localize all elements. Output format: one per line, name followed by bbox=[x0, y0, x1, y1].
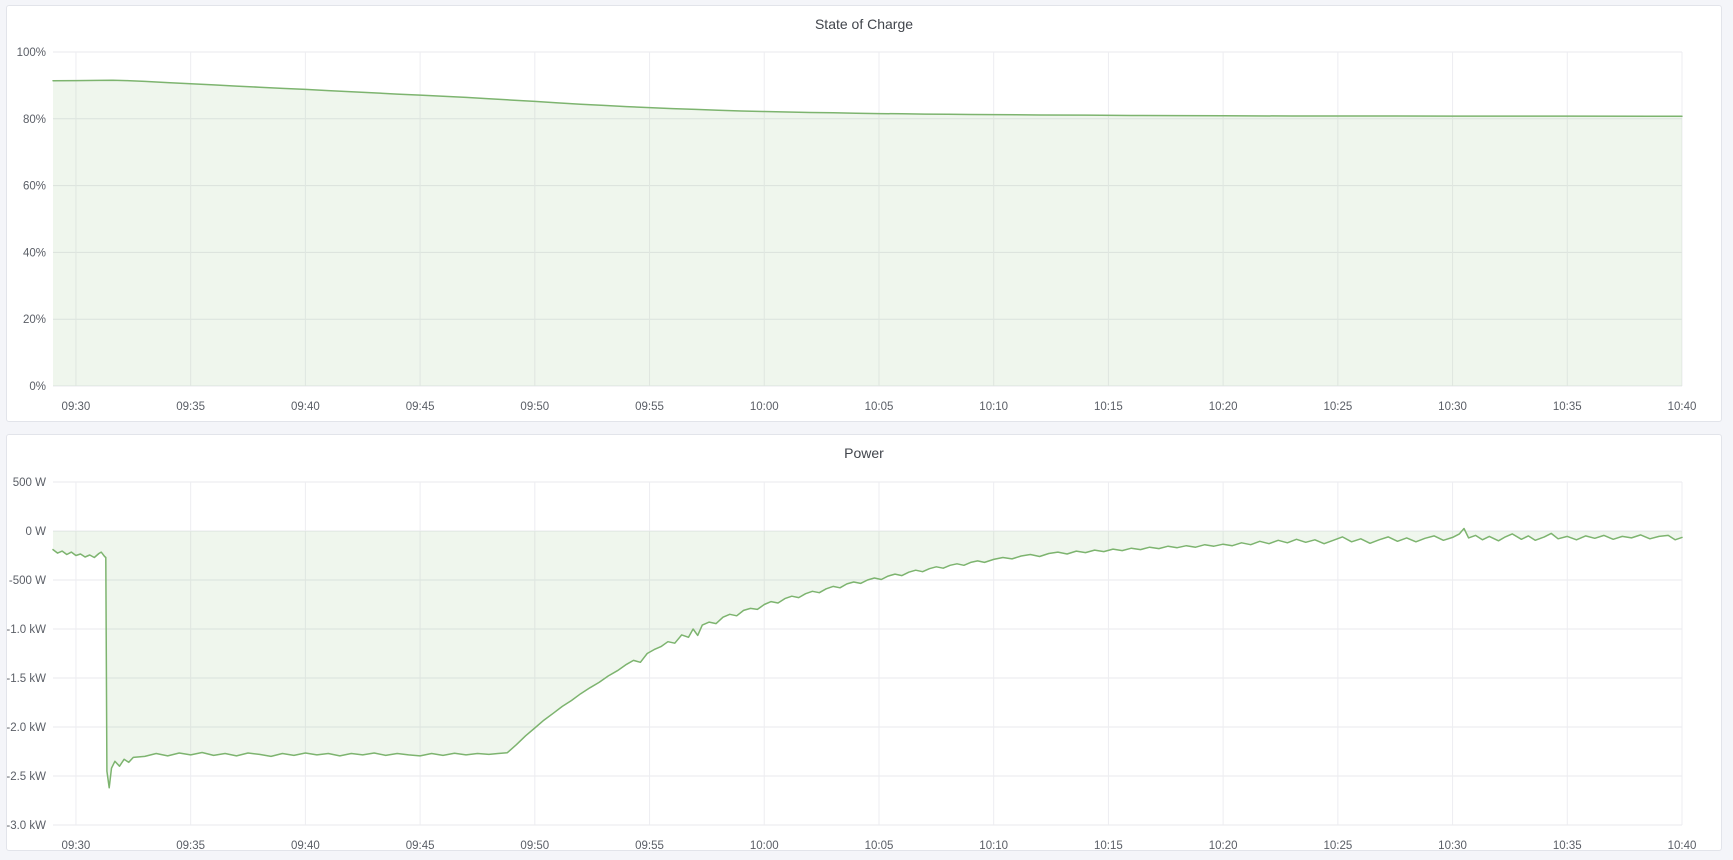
y-tick-label: -2.5 kW bbox=[7, 771, 46, 783]
y-tick-label: 20% bbox=[23, 314, 46, 326]
x-tick-label: 10:35 bbox=[1553, 840, 1582, 850]
y-tick-label: 0 W bbox=[26, 526, 47, 538]
x-tick-label: 10:30 bbox=[1438, 840, 1467, 850]
y-tick-label: -1.5 kW bbox=[7, 673, 46, 685]
x-tick-label: 10:20 bbox=[1209, 840, 1238, 850]
x-tick-label: 10:10 bbox=[979, 840, 1008, 850]
series-area bbox=[53, 80, 1682, 386]
y-tick-label: 500 W bbox=[13, 477, 46, 489]
y-tick-label: 100% bbox=[17, 47, 46, 59]
x-tick-label: 09:35 bbox=[176, 840, 205, 850]
x-tick-label: 09:55 bbox=[635, 840, 664, 850]
x-tick-label: 09:55 bbox=[635, 401, 664, 413]
x-tick-label: 10:20 bbox=[1209, 401, 1238, 413]
y-tick-label: -500 W bbox=[9, 575, 46, 587]
y-tick-label: -2.0 kW bbox=[7, 722, 46, 734]
x-tick-label: 10:00 bbox=[750, 840, 779, 850]
x-tick-label: 09:50 bbox=[520, 401, 549, 413]
soc-chart[interactable]: 100% 80% 60% 40% 20% 0% 09:30 09:35 09:40 09:45 09… bbox=[7, 6, 1721, 421]
y-tick-label: 60% bbox=[23, 181, 46, 193]
power-panel: Power 500 W0 W-500 W-1.0 kW-1.5 kW-2.0 k… bbox=[6, 434, 1722, 851]
x-tick-label: 10:05 bbox=[865, 401, 894, 413]
y-tick-label: -1.0 kW bbox=[7, 624, 46, 636]
x-tick-label: 10:30 bbox=[1438, 401, 1467, 413]
x-tick-label: 10:25 bbox=[1323, 840, 1352, 850]
x-tick-label: 10:40 bbox=[1668, 401, 1697, 413]
x-tick-label: 09:40 bbox=[291, 401, 320, 413]
y-tick-label: -3.0 kW bbox=[7, 820, 46, 832]
x-tick-label: 09:45 bbox=[406, 840, 435, 850]
power-chart[interactable]: 500 W 0 W -500 W -1.0 kW -1.5 kW -2.0 kW -2.5 … bbox=[7, 435, 1721, 850]
x-tick-label: 10:25 bbox=[1323, 401, 1352, 413]
x-tick-label: 10:35 bbox=[1553, 401, 1582, 413]
x-tick-label: 09:35 bbox=[176, 401, 205, 413]
y-tick-label: 80% bbox=[23, 114, 46, 126]
x-tick-label: 09:40 bbox=[291, 840, 320, 850]
x-tick-label: 09:30 bbox=[62, 401, 91, 413]
x-tick-label: 10:00 bbox=[750, 401, 779, 413]
x-tick-label: 10:05 bbox=[865, 840, 894, 850]
x-tick-label: 10:15 bbox=[1094, 840, 1123, 850]
y-tick-label: 40% bbox=[23, 247, 46, 259]
y-tick-label: 0% bbox=[29, 381, 46, 393]
x-tick-label: 10:10 bbox=[979, 401, 1008, 413]
x-tick-label: 09:45 bbox=[406, 401, 435, 413]
x-tick-label: 09:50 bbox=[520, 840, 549, 850]
soc-panel: State of Charge 100%80%60%40%20%0%09:300… bbox=[6, 5, 1722, 422]
x-tick-label: 10:40 bbox=[1668, 840, 1697, 850]
x-tick-label: 10:15 bbox=[1094, 401, 1123, 413]
series-area bbox=[53, 529, 1682, 788]
x-tick-label: 09:30 bbox=[62, 840, 91, 850]
